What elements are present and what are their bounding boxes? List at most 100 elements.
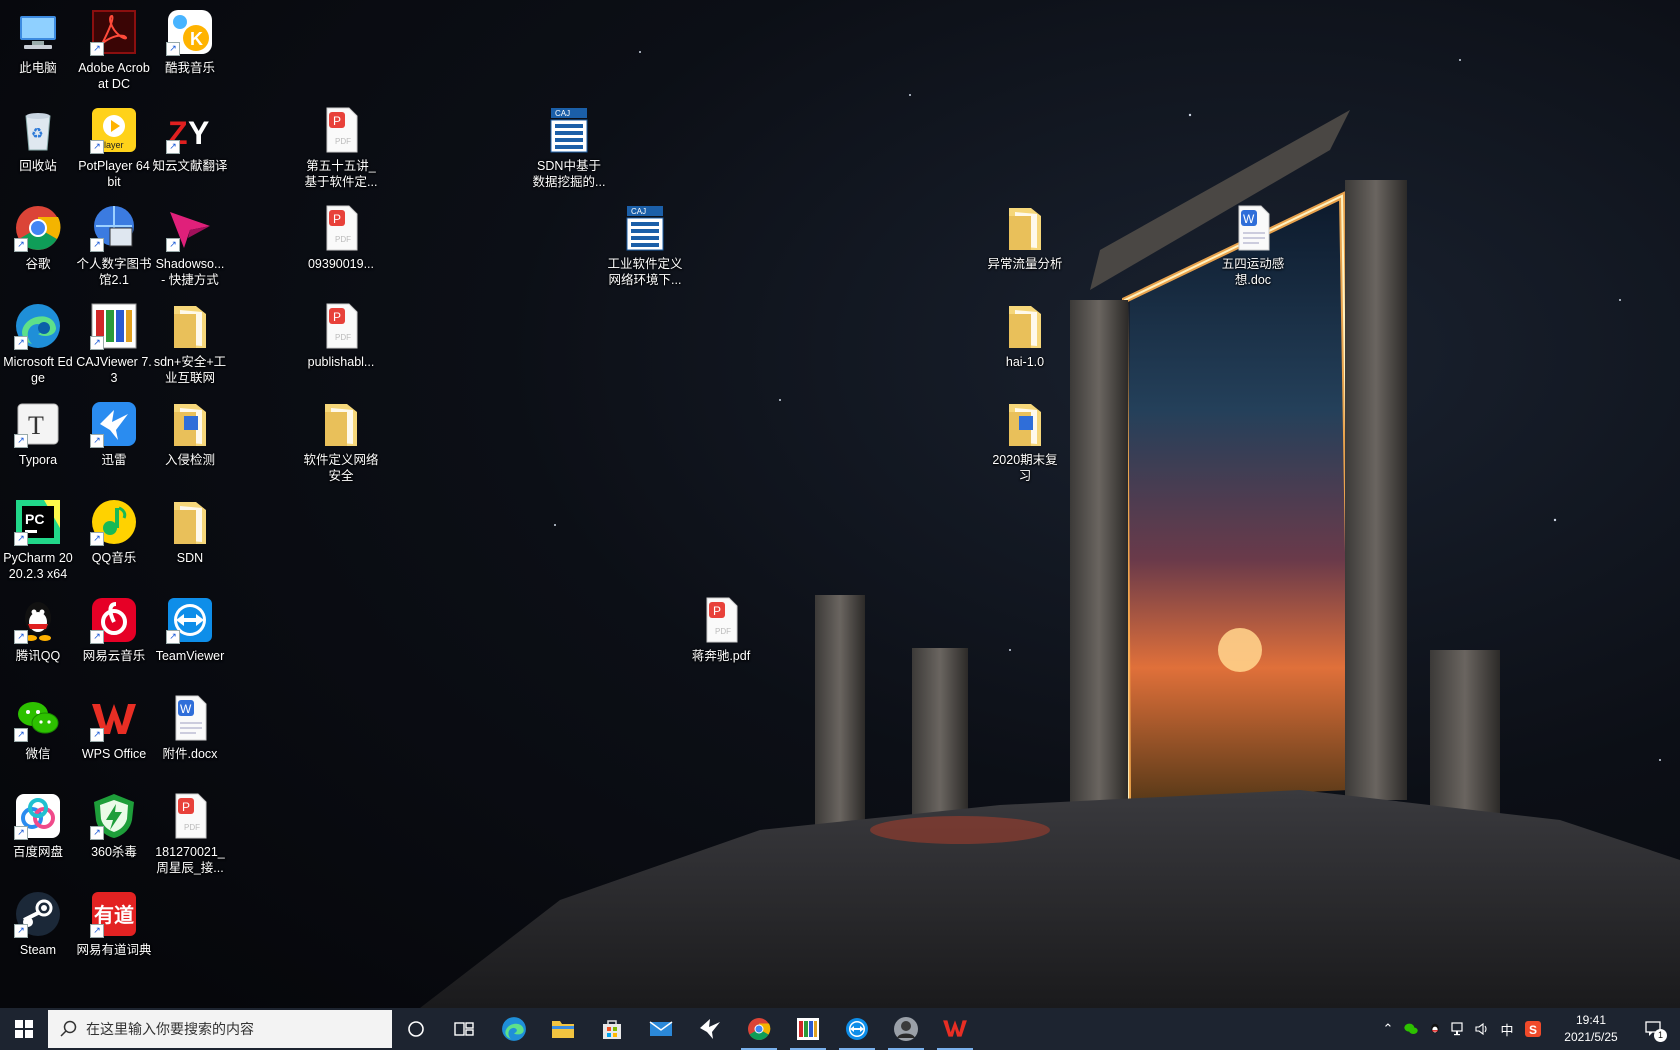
svg-text:PDF: PDF — [335, 137, 351, 146]
taskbar-app-cajviewer[interactable] — [784, 1008, 832, 1050]
shortcut-arrow-icon: ↗ — [90, 434, 104, 448]
desktop-icon-doc-may4th[interactable]: W 五四运动感想.doc — [1215, 198, 1291, 288]
svg-text:P: P — [333, 310, 341, 324]
svg-text:CAJ: CAJ — [555, 109, 570, 118]
xunlei-icon — [700, 1019, 720, 1039]
desktop-icon-pdf-publishable[interactable]: P PDF publishabl... — [303, 296, 379, 370]
folder-icon — [1001, 302, 1049, 350]
recycle-bin-icon: ♻ — [14, 106, 62, 154]
tray-sogou[interactable]: S — [1522, 1008, 1544, 1050]
svg-text:♻: ♻ — [31, 126, 44, 142]
teamviewer-icon: ↗ — [166, 596, 214, 644]
taskbar-app-store[interactable] — [588, 1008, 636, 1050]
antivirus-360-icon: ↗ — [90, 792, 138, 840]
word-doc-icon: W — [166, 694, 214, 742]
desktop-icon-wechat[interactable]: ↗ 微信 — [0, 688, 76, 762]
desktop-icon-label: 腾讯QQ — [15, 649, 61, 663]
desktop-icon-shadowsocks[interactable]: ↗ Shadowso... - 快捷方式 — [152, 198, 228, 288]
show-hidden-icons-button[interactable]: ⌃ — [1378, 1008, 1398, 1050]
desktop-icon-folder-sdn-security[interactable]: sdn+安全+工业互联网 — [152, 296, 228, 386]
taskbar-app-edge[interactable] — [490, 1008, 538, 1050]
desktop-icon-caj-sdn-mining[interactable]: CAJ SDN中基于数据挖掘的... — [531, 100, 607, 190]
desktop-icon-qq[interactable]: ↗ 腾讯QQ — [0, 590, 76, 664]
cortana-button[interactable] — [392, 1008, 440, 1050]
desktop-icon-label: 网易云音乐 — [82, 649, 146, 663]
tray-network[interactable] — [1448, 1008, 1470, 1050]
desktop-icon-youdao[interactable]: 有道 ↗ 网易有道词典 — [76, 884, 152, 958]
desktop-icon-kuwo[interactable]: K ↗ 酷我音乐 — [152, 2, 228, 76]
action-center-button[interactable]: 1 — [1634, 1008, 1674, 1050]
desktop-icon-cajviewer[interactable]: ↗ CAJViewer 7.3 — [76, 296, 152, 386]
desktop-icon-folder-intrusion[interactable]: 入侵检测 — [152, 394, 228, 468]
desktop-icon-label: PotPlayer 64 bit — [78, 159, 150, 189]
pdf-file-icon: P PDF — [317, 302, 365, 350]
desktop-icon-360[interactable]: ↗ 360杀毒 — [76, 786, 152, 860]
desktop-icon-pdf-181270021[interactable]: P PDF 181270021_周星辰_接... — [152, 786, 228, 876]
desktop-icon-acrobat[interactable]: ↗ Adobe Acrobat DC — [76, 2, 152, 92]
desktop-icon-teamviewer[interactable]: ↗ TeamViewer — [152, 590, 228, 664]
qq-music-icon: ↗ — [90, 498, 138, 546]
desktop-icon-label: 异常流量分析 — [987, 257, 1063, 271]
tray-qq[interactable] — [1424, 1008, 1446, 1050]
taskbar-app-user-photo[interactable] — [882, 1008, 930, 1050]
desktop-icon-netease-music[interactable]: ↗ 网易云音乐 — [76, 590, 152, 664]
search-icon — [60, 1020, 77, 1037]
taskbar-app-wps[interactable] — [931, 1008, 979, 1050]
start-button[interactable] — [0, 1008, 48, 1050]
folder-icon — [1001, 400, 1049, 448]
network-icon — [1451, 1022, 1463, 1036]
clock[interactable]: 19:41 2021/5/25 — [1558, 1012, 1624, 1046]
desktop-icon-chrome[interactable]: ↗ 谷歌 — [0, 198, 76, 272]
ime-indicator: 中 — [1500, 1022, 1514, 1038]
shortcut-arrow-icon: ↗ — [14, 434, 28, 448]
desktop-icon-zhiyun[interactable]: ZY ↗ 知云文献翻译 — [152, 100, 228, 174]
desktop-icon-pdf-lecture55[interactable]: P PDF 第五十五讲_基于软件定... — [303, 100, 379, 190]
desktop-icon-xunlei[interactable]: ↗ 迅雷 — [76, 394, 152, 468]
desktop-icon-label: WPS Office — [81, 747, 147, 761]
mail-icon — [649, 1021, 673, 1036]
desktop-icon-folder-2020-review[interactable]: 2020期末复习 — [987, 394, 1063, 484]
desktop-icon-potplayer[interactable]: Player ↗ PotPlayer 64 bit — [76, 100, 152, 190]
taskbar-app-chrome[interactable] — [735, 1008, 783, 1050]
desktop-icon-label: 附件.docx — [162, 747, 218, 761]
desktop-icon-folder-sdn-sec[interactable]: 软件定义网络安全 — [303, 394, 379, 484]
svg-text:T: T — [28, 411, 44, 440]
zhiyun-icon: ZY ↗ — [166, 106, 214, 154]
desktop-icon-wps[interactable]: ↗ WPS Office — [76, 688, 152, 762]
qq-icon — [1431, 1023, 1439, 1034]
desktop-icon-recycle-bin[interactable]: ♻ 回收站 — [0, 100, 76, 174]
desktop-icon-typora[interactable]: T ↗ Typora — [0, 394, 76, 468]
task-view-button[interactable] — [440, 1008, 488, 1050]
shortcut-arrow-icon: ↗ — [90, 924, 104, 938]
desktop-icon-digital-library[interactable]: ↗ 个人数字图书馆2.1 — [76, 198, 152, 288]
desktop-icon-label: 第五十五讲_基于软件定... — [304, 159, 378, 189]
desktop-icon-pdf-0939[interactable]: P PDF 09390019... — [303, 198, 379, 272]
taskbar-app-mail[interactable] — [637, 1008, 685, 1050]
desktop-icon-qq-music[interactable]: ↗ QQ音乐 — [76, 492, 152, 566]
taskbar-search-box[interactable]: 在这里输入你要搜索的内容 — [48, 1010, 392, 1048]
desktop-icon-baidu-netdisk[interactable]: ↗ 百度网盘 — [0, 786, 76, 860]
tray-wechat[interactable] — [1400, 1008, 1422, 1050]
desktop-icon-folder-anomaly[interactable]: 异常流量分析 — [987, 198, 1063, 272]
taskbar-app-teamviewer[interactable] — [833, 1008, 881, 1050]
tray-volume[interactable] — [1472, 1008, 1494, 1050]
desktop-icon-label: 软件定义网络安全 — [303, 453, 379, 483]
shortcut-arrow-icon: ↗ — [90, 140, 104, 154]
desktop-icon-pdf-jiangbenchi[interactable]: P PDF 蒋奔驰.pdf — [683, 590, 759, 664]
desktop-icon-docx-attachment[interactable]: W 附件.docx — [152, 688, 228, 762]
desktop-icon-pycharm[interactable]: PC ↗ PyCharm 2020.2.3 x64 — [0, 492, 76, 582]
desktop-icon-steam[interactable]: ↗ Steam — [0, 884, 76, 958]
taskbar-app-file-explorer[interactable] — [539, 1008, 587, 1050]
desktop-icon-this-pc[interactable]: 此电脑 — [0, 2, 76, 76]
svg-text:P: P — [713, 604, 721, 618]
xunlei-icon: ↗ — [90, 400, 138, 448]
user-photo-icon — [894, 1017, 918, 1041]
tray-ime[interactable]: 中 — [1496, 1008, 1518, 1050]
desktop-icon-folder-sdn[interactable]: SDN — [152, 492, 228, 566]
desktop-icon-edge[interactable]: ↗ Microsoft Edge — [0, 296, 76, 386]
desktop-icon-folder-hai[interactable]: hai-1.0 — [987, 296, 1063, 370]
desktop-icon-label: 百度网盘 — [12, 845, 63, 859]
taskbar-app-xunlei[interactable] — [686, 1008, 734, 1050]
desktop-icon-caj-industrial-sdn[interactable]: CAJ 工业软件定义网络环境下... — [607, 198, 683, 288]
shortcut-arrow-icon: ↗ — [14, 336, 28, 350]
